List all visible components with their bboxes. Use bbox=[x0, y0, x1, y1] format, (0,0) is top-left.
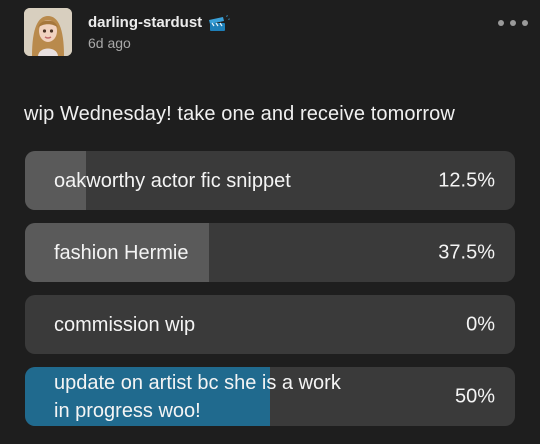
poll-option-percent: 0% bbox=[466, 313, 495, 335]
poll-options: oakworthy actor fic snippet 12.5% fashio… bbox=[25, 151, 515, 439]
more-dots-icon[interactable] bbox=[498, 16, 528, 30]
avatar-illustration-icon bbox=[24, 8, 72, 56]
poll-option-percent: 12.5% bbox=[438, 169, 495, 191]
poll-option-label: fashion Hermie bbox=[54, 241, 189, 264]
poll-option[interactable]: update on artist bc she is a work in pro… bbox=[25, 367, 515, 426]
poll-option-percent: 37.5% bbox=[438, 241, 495, 263]
poll-option[interactable]: oakworthy actor fic snippet 12.5% bbox=[25, 151, 515, 210]
dot bbox=[498, 20, 504, 26]
poll-question: wip Wednesday! take one and receive tomo… bbox=[24, 103, 455, 125]
author-block: darling-stardust 6d ago bbox=[88, 14, 231, 51]
poll-option[interactable]: commission wip 0% bbox=[25, 295, 515, 354]
username[interactable]: darling-stardust bbox=[88, 14, 202, 31]
post-header: darling-stardust 6d ago bbox=[24, 7, 528, 57]
dot bbox=[522, 20, 528, 26]
dot bbox=[510, 20, 516, 26]
clapper-badge-icon bbox=[207, 14, 231, 32]
poll-option-label: oakworthy actor fic snippet bbox=[54, 169, 291, 192]
poll-option[interactable]: fashion Hermie 37.5% bbox=[25, 223, 515, 282]
poll-option-label: commission wip bbox=[54, 313, 196, 336]
poll-option-label: update on artist bc she is a work in pro… bbox=[54, 371, 341, 422]
timestamp: 6d ago bbox=[88, 34, 131, 51]
poll-option-percent: 50% bbox=[454, 385, 495, 407]
avatar[interactable] bbox=[24, 8, 72, 56]
